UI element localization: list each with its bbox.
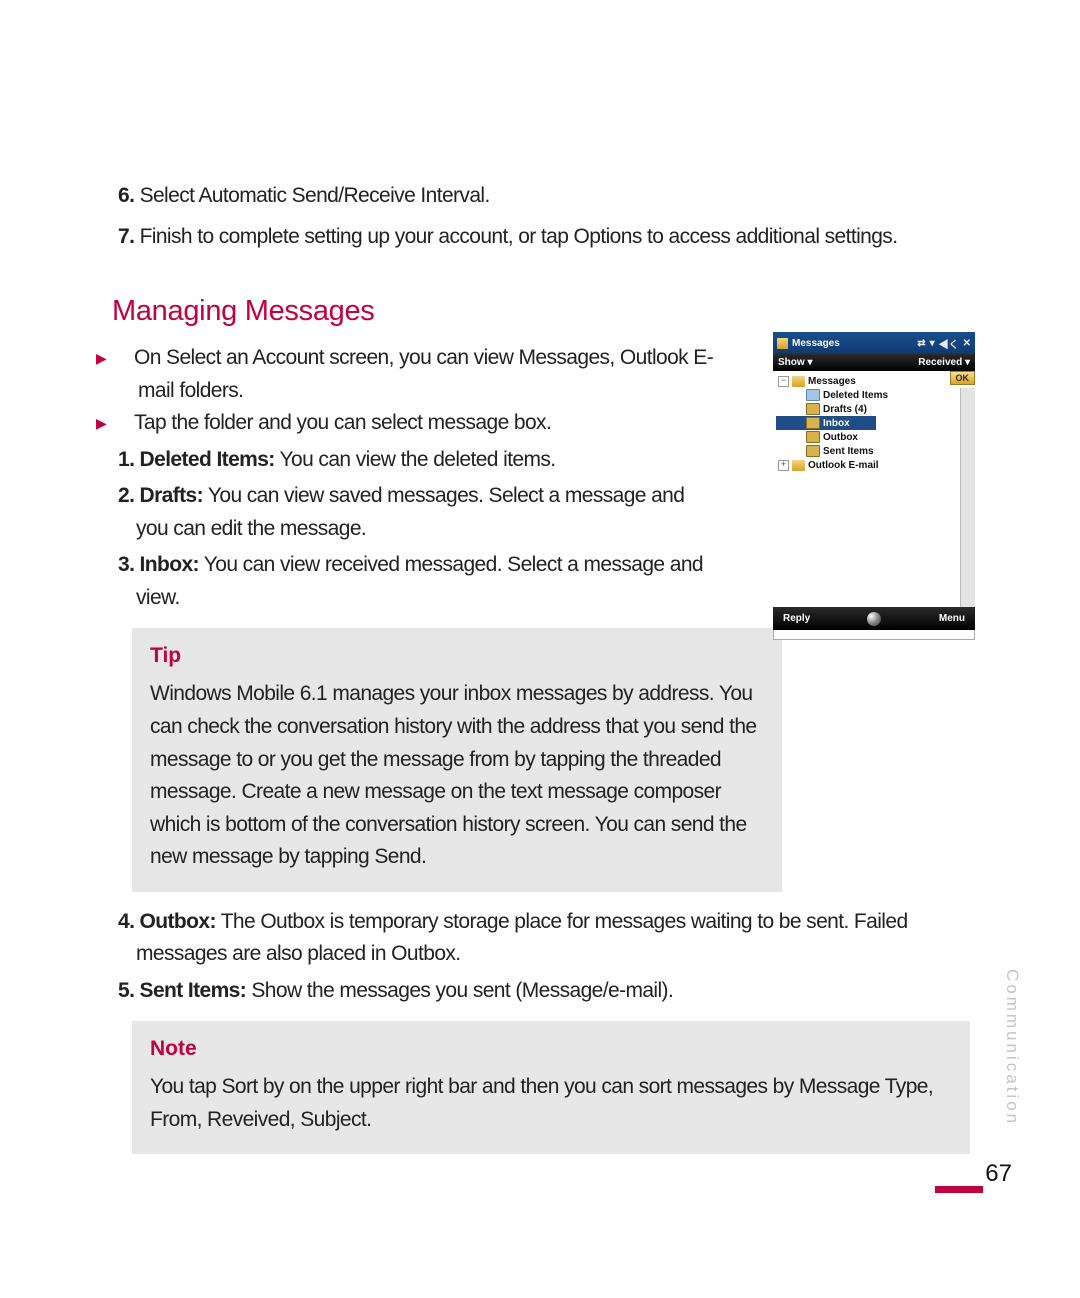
screenshot-titlebar: Messages ⇄ ▾ ◀く ✕ [773, 332, 975, 354]
bullet-1-text: On Select an Account screen, you can vie… [134, 346, 713, 402]
item-4-text: The Outbox is temporary storage place fo… [136, 910, 908, 966]
deleted-icon [806, 389, 820, 401]
step-6: 6. Select Automatic Send/Receive Interva… [118, 180, 970, 213]
step-7: 7. Finish to complete setting up your ac… [118, 221, 970, 254]
expand-icon[interactable]: + [778, 460, 789, 471]
page-number: 67 [985, 1160, 1012, 1188]
folder-icon [792, 376, 805, 387]
bullet-2: ▶Tap the folder and you can select messa… [118, 407, 718, 440]
tip-title: Tip [150, 644, 766, 668]
note-box: Note You tap Sort by on the upper right … [132, 1021, 970, 1154]
tree-outlook-email[interactable]: + Outlook E-mail [776, 458, 972, 472]
note-body: You tap Sort by on the upper right bar a… [150, 1071, 954, 1136]
tree-sent-items[interactable]: Sent Items [776, 444, 972, 458]
item-1: 1. Deleted Items: You can view the delet… [118, 444, 716, 477]
item-5: 5. Sent Items: Show the messages you sen… [118, 975, 970, 1008]
item-4-label: 4. Outbox: [118, 910, 216, 933]
section-heading: Managing Messages [112, 295, 970, 328]
step-6-number: 6. [118, 184, 134, 207]
inbox-icon [806, 417, 820, 429]
triangle-icon: ▶ [116, 413, 134, 435]
screenshot-toolbar: Show ▾ Received ▾ [773, 354, 975, 371]
collapse-icon[interactable]: − [778, 376, 789, 387]
screenshot-app-title: Messages [792, 338, 840, 349]
screenshot-bottom-bar: Reply Menu [773, 607, 975, 630]
item-2-text: You can view saved messages. Select a me… [136, 484, 684, 540]
item-5-text: Show the messages you sent (Message/e-ma… [246, 979, 673, 1002]
menu-softkey[interactable]: Menu [939, 613, 965, 624]
triangle-icon: ▶ [116, 348, 134, 370]
device-screenshot: Messages ⇄ ▾ ◀く ✕ Show ▾ Received ▾ OK −… [773, 332, 975, 640]
step-7-text: Finish to complete setting up your accou… [134, 225, 897, 248]
tip-body: Windows Mobile 6.1 manages your inbox me… [150, 678, 766, 873]
sent-icon [806, 445, 820, 457]
bullet-2-text: Tap the folder and you can select messag… [134, 411, 551, 434]
manual-page: 6. Select Automatic Send/Receive Interva… [0, 0, 1080, 1298]
tree-outbox[interactable]: Outbox [776, 430, 972, 444]
item-4: 4. Outbox: The Outbox is temporary stora… [118, 906, 970, 971]
tree-deleted-items[interactable]: Deleted Items [776, 388, 972, 402]
item-2-label: 2. Drafts: [118, 484, 203, 507]
bullet-1: ▶On Select an Account screen, you can vi… [118, 342, 718, 407]
windows-flag-icon[interactable] [777, 338, 788, 349]
step-7-number: 7. [118, 225, 134, 248]
scrollbar[interactable] [960, 388, 975, 624]
toolbar-show-button[interactable]: Show ▾ [778, 357, 812, 368]
close-icon[interactable]: ✕ [963, 338, 971, 349]
tip-box: Tip Windows Mobile 6.1 manages your inbo… [132, 628, 782, 891]
item-5-label: 5. Sent Items: [118, 979, 246, 1002]
step-6-text: Select Automatic Send/Receive Interval. [134, 184, 489, 207]
ok-button[interactable]: OK [950, 371, 976, 385]
screenshot-body: OK − Messages Deleted Items Drafts (4) I… [773, 371, 975, 607]
item-1-text: You can view the deleted items. [275, 448, 556, 471]
item-3-text: You can view received messaged. Select a… [136, 553, 703, 609]
note-title: Note [150, 1037, 954, 1061]
folder-icon [792, 460, 805, 471]
item-3: 3. Inbox: You can view received messaged… [118, 549, 716, 614]
tree-inbox-selected[interactable]: Inbox [776, 416, 876, 430]
reply-softkey[interactable]: Reply [783, 613, 810, 624]
tree-drafts[interactable]: Drafts (4) [776, 402, 972, 416]
item-3-label: 3. Inbox: [118, 553, 199, 576]
page-accent-bar [935, 1186, 983, 1193]
item-1-label: 1. Deleted Items: [118, 448, 275, 471]
drafts-icon [806, 403, 820, 415]
toolbar-sort-button[interactable]: Received ▾ [918, 357, 970, 368]
connectivity-icon[interactable]: ⇄ [917, 338, 925, 349]
volume-icon[interactable]: ◀く [939, 336, 959, 351]
outbox-icon [806, 431, 820, 443]
tree-root-messages[interactable]: − Messages [776, 374, 972, 388]
item-2: 2. Drafts: You can view saved messages. … [118, 480, 716, 545]
section-tab-label: Communication [1002, 969, 1022, 1126]
center-softkey-icon[interactable] [867, 612, 881, 626]
signal-icon[interactable]: ▾ [930, 338, 935, 349]
